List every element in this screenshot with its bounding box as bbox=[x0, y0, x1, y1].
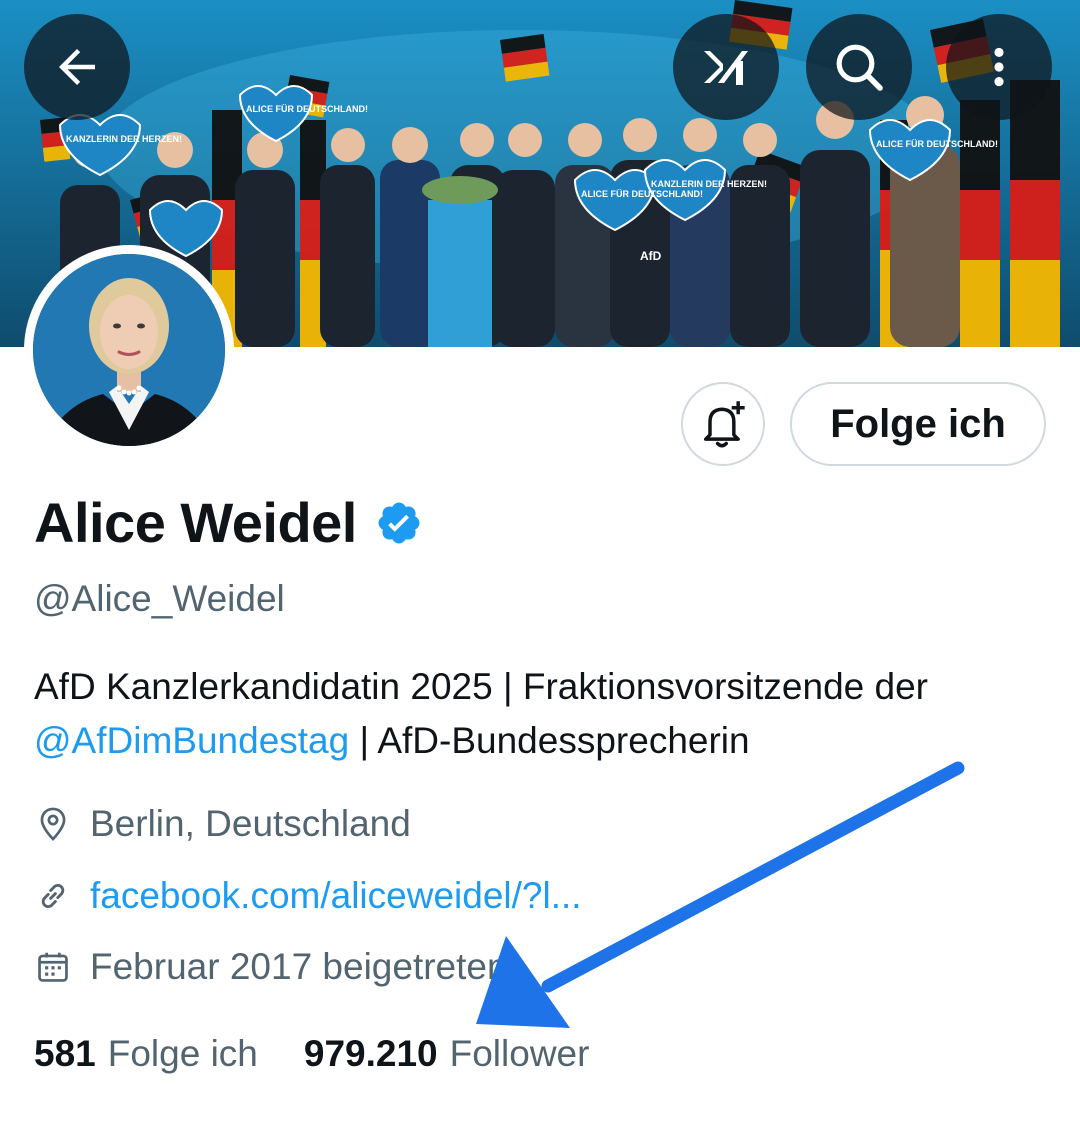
link-icon bbox=[41, 883, 65, 909]
banner-sign-text: ALICE FÜR DEUTSCHLAND! bbox=[876, 139, 998, 149]
following-button[interactable]: Folge ich bbox=[790, 382, 1046, 466]
profile-bio: AfD Kanzlerkandidatin 2025 | Fraktionsvo… bbox=[34, 660, 1054, 768]
following-stat[interactable]: 581 Folge ich bbox=[34, 1033, 258, 1075]
location-pin-icon bbox=[40, 807, 66, 841]
bell-plus-icon bbox=[703, 401, 745, 448]
search-button[interactable] bbox=[806, 14, 912, 120]
banner-logo-text: AfD bbox=[640, 249, 662, 263]
banner-sign-text: ALICE FÜR DEUTSCHLAND! bbox=[246, 104, 368, 114]
search-icon bbox=[836, 44, 883, 91]
grok-button[interactable] bbox=[673, 14, 779, 120]
location-text: Berlin, Deutschland bbox=[90, 803, 411, 844]
calendar-icon bbox=[38, 952, 68, 982]
bio-text: AfD Kanzlerkandidatin 2025 | Fraktionsvo… bbox=[34, 666, 928, 707]
verified-badge-icon[interactable] bbox=[375, 499, 423, 547]
banner-sign-text: KANZLERIN DER HERZEN! bbox=[651, 179, 767, 189]
profile-location: Berlin, Deutschland bbox=[34, 803, 411, 845]
following-label: Folge ich bbox=[107, 1033, 258, 1074]
bio-mention-link[interactable]: @AfDimBundestag bbox=[34, 720, 349, 761]
banner-sign-text: ALICE FÜR DEUTSCHLAND! bbox=[581, 189, 703, 199]
followers-count: 979.210 bbox=[303, 1033, 438, 1074]
grok-icon bbox=[704, 51, 748, 85]
profile-website: facebook.com/aliceweidel/?l... bbox=[34, 875, 582, 917]
display-name: Alice Weidel bbox=[34, 491, 357, 554]
following-count: 581 bbox=[34, 1033, 96, 1074]
profile-joined-date: Februar 2017 beigetreten bbox=[34, 946, 508, 988]
profile-avatar[interactable] bbox=[24, 245, 234, 455]
more-options-button[interactable] bbox=[946, 14, 1052, 120]
profile-handle: @Alice_Weidel bbox=[34, 578, 285, 619]
bio-text: | AfD-Bundessprecherin bbox=[349, 720, 750, 761]
banner-sign-text: KANZLERIN DER HERZEN! bbox=[66, 134, 182, 144]
arrow-left-icon bbox=[59, 49, 95, 85]
followers-label: Follower bbox=[449, 1033, 590, 1074]
joined-text: Februar 2017 beigetreten bbox=[90, 946, 508, 987]
avatar-image bbox=[33, 254, 225, 446]
back-button[interactable] bbox=[24, 14, 130, 120]
notifications-button[interactable] bbox=[681, 382, 765, 466]
followers-stat[interactable]: 979.210 Follower bbox=[304, 1033, 590, 1075]
more-vertical-icon bbox=[994, 47, 1004, 87]
profile-name-row: Alice Weidel bbox=[34, 490, 423, 555]
website-link[interactable]: facebook.com/aliceweidel/?l... bbox=[90, 875, 582, 917]
profile-stats: 581 Folge ich 979.210 Follower bbox=[34, 1033, 589, 1075]
